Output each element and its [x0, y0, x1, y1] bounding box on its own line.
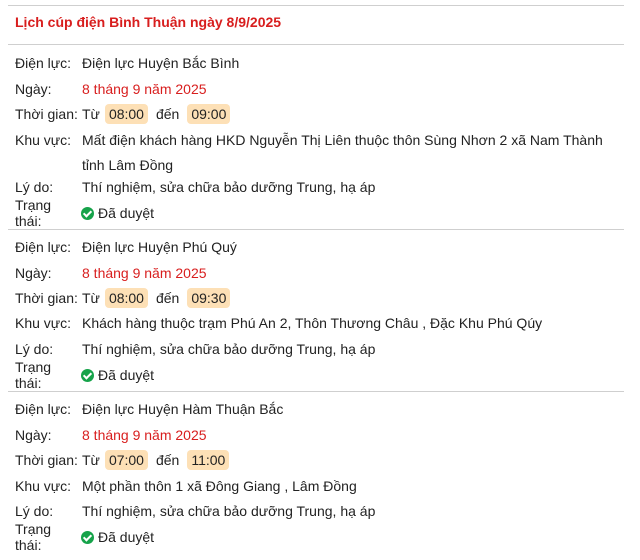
page-title: Lịch cúp điện Bình Thuận ngày 8/9/2025: [15, 14, 282, 30]
area-value: Khách hàng thuộc trạm Phú An 2, Thôn Thư…: [82, 315, 543, 331]
outage-schedule: Lịch cúp điện Bình Thuận ngày 8/9/2025 Đ…: [0, 0, 640, 560]
end-time-badge: 11:00: [187, 450, 230, 470]
status-badge: Đã duyệt: [98, 529, 155, 545]
date-label: Ngày:: [15, 427, 52, 443]
area-value: Một phần thôn 1 xã Đông Giang , Lâm Đồng: [82, 478, 357, 494]
end-time-badge: 09:30: [187, 288, 231, 308]
status-badge: Đã duyệt: [98, 367, 155, 383]
from-label: Từ: [82, 106, 100, 122]
status-badge: Đã duyệt: [98, 205, 155, 221]
entry-area-row: Khu vực: Mất điện khách hàng HKD Nguyễn …: [15, 128, 624, 178]
entry-reason-row: Lý do: Thí nghiệm, sửa chữa bảo dưỡng Tr…: [15, 337, 624, 361]
divider: [8, 229, 624, 230]
start-time-badge: 08:00: [104, 288, 148, 308]
entry-unit-row: Điện lực: Điện lực Huyện Hàm Thuận Bắc: [15, 397, 624, 421]
reason-value: Thí nghiệm, sửa chữa bảo dưỡng Trung, hạ…: [82, 341, 376, 357]
date-label: Ngày:: [15, 265, 52, 281]
entry-status-row: Trạng thái: Đã duyệt: [15, 521, 624, 553]
to-label: đến: [155, 290, 180, 306]
area-label: Khu vực:: [15, 315, 72, 331]
entry-reason-row: Lý do: Thí nghiệm, sửa chữa bảo dưỡng Tr…: [15, 499, 624, 523]
entry-unit-row: Điện lực: Điện lực Huyện Bắc Bình: [15, 51, 624, 75]
from-label: Từ: [82, 452, 100, 468]
status-label: Trạng thái:: [15, 521, 52, 553]
unit-value: Điện lực Huyện Hàm Thuận Bắc: [82, 401, 284, 417]
check-circle-icon: [81, 368, 94, 382]
check-circle-icon: [81, 530, 94, 544]
start-time-badge: 07:00: [104, 450, 148, 470]
to-label: đến: [155, 106, 180, 122]
entry-area-row: Khu vực: Một phần thôn 1 xã Đông Giang ,…: [15, 474, 624, 498]
end-time-badge: 09:00: [187, 104, 231, 124]
entry-date-row: Ngày: 8 tháng 9 năm 2025: [15, 423, 624, 447]
divider: [8, 5, 624, 6]
area-label: Khu vực:: [15, 478, 72, 494]
entry-status-row: Trạng thái: Đã duyệt: [15, 359, 624, 391]
divider: [8, 391, 624, 392]
status-label: Trạng thái:: [15, 197, 52, 229]
time-label: Thời gian:: [15, 106, 78, 122]
unit-value: Điện lực Huyện Phú Quý: [82, 239, 237, 255]
entry-time-row: Thời gian: Từ 08:00 đến 09:00: [15, 102, 624, 126]
date-value: 8 tháng 9 năm 2025: [82, 427, 207, 443]
to-label: đến: [155, 452, 180, 468]
divider: [8, 44, 624, 45]
check-circle-icon: [81, 206, 94, 220]
entry-date-row: Ngày: 8 tháng 9 năm 2025: [15, 261, 624, 285]
from-label: Từ: [82, 290, 100, 306]
reason-label: Lý do:: [15, 341, 54, 357]
entry-area-row: Khu vực: Khách hàng thuộc trạm Phú An 2,…: [15, 311, 624, 335]
date-value: 8 tháng 9 năm 2025: [82, 265, 207, 281]
entry-date-row: Ngày: 8 tháng 9 năm 2025: [15, 77, 624, 101]
area-value: Mất điện khách hàng HKD Nguyễn Thị Liên …: [82, 132, 603, 173]
entry-time-row: Thời gian: Từ 08:00 đến 09:30: [15, 286, 624, 310]
reason-value: Thí nghiệm, sửa chữa bảo dưỡng Trung, hạ…: [82, 179, 376, 195]
entry-time-row: Thời gian: Từ 07:00 đến 11:00: [15, 448, 624, 472]
unit-label: Điện lực:: [15, 401, 72, 417]
reason-value: Thí nghiệm, sửa chữa bảo dưỡng Trung, hạ…: [82, 503, 376, 519]
date-label: Ngày:: [15, 81, 52, 97]
status-label: Trạng thái:: [15, 359, 52, 391]
time-label: Thời gian:: [15, 290, 78, 306]
start-time-badge: 08:00: [104, 104, 148, 124]
unit-label: Điện lực:: [15, 239, 72, 255]
reason-label: Lý do:: [15, 503, 54, 519]
reason-label: Lý do:: [15, 179, 54, 195]
entry-status-row: Trạng thái: Đã duyệt: [15, 197, 624, 229]
entry-reason-row: Lý do: Thí nghiệm, sửa chữa bảo dưỡng Tr…: [15, 175, 624, 199]
unit-label: Điện lực:: [15, 55, 72, 71]
date-value: 8 tháng 9 năm 2025: [82, 81, 207, 97]
entry-unit-row: Điện lực: Điện lực Huyện Phú Quý: [15, 235, 624, 259]
unit-value: Điện lực Huyện Bắc Bình: [82, 55, 240, 71]
time-label: Thời gian:: [15, 452, 78, 468]
area-label: Khu vực:: [15, 132, 72, 148]
